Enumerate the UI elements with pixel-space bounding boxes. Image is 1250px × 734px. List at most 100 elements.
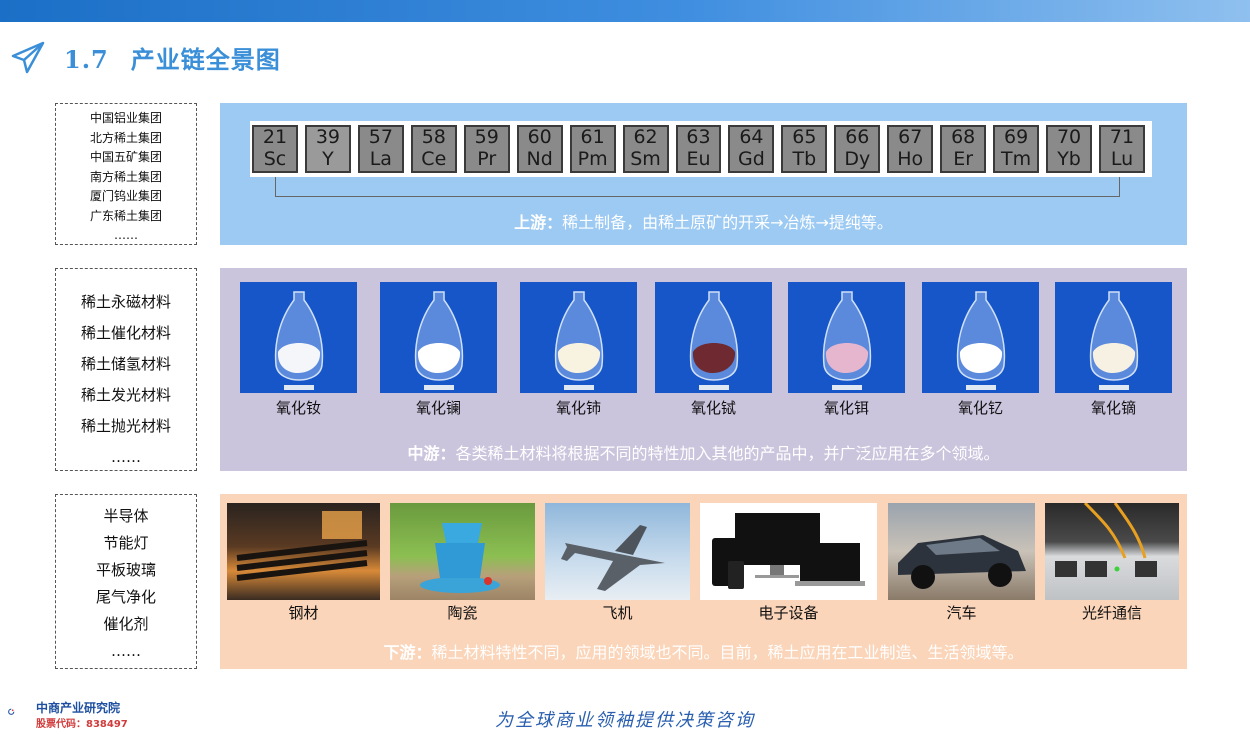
- flask-icon: [414, 291, 464, 390]
- product-label: 钢材: [288, 604, 319, 622]
- product-label: 飞机: [602, 604, 633, 622]
- oxide-bottle-image: [1055, 282, 1172, 393]
- list-item: ……: [111, 642, 141, 660]
- element-cell: 61 Pm: [569, 125, 616, 173]
- flask-icon: [274, 291, 324, 390]
- element-cell: 60 Nd: [516, 125, 563, 173]
- slogan: 为全球商业领袖提供决策咨询: [495, 710, 755, 731]
- product-card-aircraft: 飞机: [545, 503, 690, 623]
- atomic-number: 67: [898, 126, 923, 148]
- atomic-number: 71: [1109, 126, 1135, 148]
- list-item: 北方稀土集团: [89, 130, 162, 145]
- list-item: 平板玻璃: [95, 561, 156, 579]
- product-card-car: 汽车: [888, 503, 1035, 623]
- oxide-card: 氧化铽: [655, 282, 772, 418]
- product-card-fiber: 光纤通信: [1045, 503, 1179, 623]
- element-cell: 59 Pr: [463, 125, 510, 173]
- top-banner: [0, 0, 1250, 22]
- element-cell: 58 Ce: [410, 125, 457, 173]
- atomic-number: 64: [739, 126, 764, 148]
- element-cell: 64 Gd: [728, 125, 775, 173]
- oxide-label: 氧化镧: [415, 399, 461, 417]
- oxide-bottle-image: [240, 282, 357, 393]
- atomic-number: 59: [474, 126, 499, 148]
- atomic-number: 68: [951, 126, 976, 148]
- oxide-card: 氧化镝: [1055, 282, 1172, 418]
- element-symbol: Yb: [1057, 148, 1081, 170]
- atomic-number: 39: [315, 126, 340, 148]
- list-item: 广东稀土集团: [89, 208, 162, 223]
- element-symbol: Eu: [686, 148, 711, 170]
- flask-icon: [1089, 291, 1139, 390]
- product-card-steel: 钢材: [227, 503, 380, 623]
- element-symbol: Tb: [792, 148, 817, 170]
- element-cell: 62 Sm: [622, 125, 669, 173]
- oxide-label: 氧化铒: [823, 399, 869, 417]
- midstream-panel: 中游：各类稀土材料将根据不同的特性加入其他的产品中，并广泛应用在多个领域。 氧化…: [220, 268, 1187, 471]
- oxide-bottle-image: [922, 282, 1039, 393]
- list-item: 尾气净化: [95, 588, 156, 606]
- oxide-label: 氧化铈: [555, 399, 601, 417]
- list-item: 中国铝业集团: [89, 111, 162, 125]
- downstream-panel: 钢材 陶瓷 飞机 电子设备 汽车 光纤通信 下游：稀土材料特性不同，应用的领域也…: [220, 494, 1187, 669]
- oxide-card: 氧化钇: [922, 282, 1039, 418]
- car-image: [888, 503, 1035, 600]
- atomic-number: 58: [421, 126, 446, 148]
- paper-plane-icon: [11, 41, 45, 74]
- element-cell: 70 Yb: [1046, 125, 1092, 173]
- element-symbol: Gd: [738, 148, 765, 170]
- element-symbol: La: [369, 148, 392, 170]
- element-symbol: Ho: [897, 148, 924, 170]
- flask-icon: [554, 291, 604, 390]
- atomic-number: 57: [368, 126, 393, 148]
- oxide-card: 氧化铈: [520, 282, 637, 418]
- element-symbol: Nd: [526, 148, 553, 170]
- upstream-companies-box: 中国铝业集团 北方稀土集团 中国五矿集团 南方稀土集团 厦门钨业集团 广东稀土集…: [55, 103, 197, 245]
- element-symbol: Pr: [477, 148, 497, 170]
- element-symbol: Dy: [844, 148, 871, 170]
- element-cell: 66 Dy: [834, 125, 881, 173]
- oxide-bottle-image: [380, 282, 497, 393]
- flask-icon: [822, 291, 872, 390]
- element-symbol: Pm: [577, 148, 608, 170]
- bracket-line: [275, 177, 1120, 197]
- list-item: 稀土发光材料: [80, 386, 171, 404]
- product-card-electronics: 电子设备: [700, 503, 877, 623]
- product-label: 汽车: [946, 604, 977, 622]
- oxide-card: 氧化钕: [240, 282, 357, 418]
- list-item: 节能灯: [103, 534, 149, 552]
- oxide-bottle-image: [788, 282, 905, 393]
- flask-icon: [956, 291, 1006, 390]
- element-cell: 21 Sc: [252, 125, 298, 173]
- atomic-number: 66: [845, 126, 870, 148]
- periodic-table-strip: 21 Sc 39 Y 57 La 58 Ce 59 Pr 60 Nd 61 Pm 62 Sm 63 Eu 64 Gd 6…: [250, 121, 1152, 177]
- list-item: 催化剂: [103, 615, 149, 633]
- flask-icon: [689, 291, 739, 390]
- list-item: 稀土抛光材料: [80, 417, 171, 435]
- element-cell: 68 Er: [940, 125, 987, 173]
- midstream-materials-box: 稀土永磁材料 稀土催化材料 稀土储氢材料 稀土发光材料 稀土抛光材料 ……: [55, 268, 197, 471]
- element-symbol: Tm: [1001, 148, 1032, 170]
- fiber-switch-image: [1045, 503, 1179, 600]
- list-item: ……: [111, 448, 141, 466]
- upstream-description: 上游：稀土制备，由稀土原矿的开采→冶炼→提纯等。: [220, 209, 1187, 233]
- steel-mill-image: [227, 503, 380, 600]
- element-cell: 57 La: [357, 125, 404, 173]
- element-cell: 67 Ho: [887, 125, 934, 173]
- atomic-number: 65: [792, 126, 817, 148]
- oxide-label: 氧化镝: [1090, 399, 1136, 417]
- section-number: 1.7: [64, 45, 109, 74]
- product-card-ceramic: 陶瓷: [390, 503, 535, 623]
- upstream-text: 稀土制备，由稀土原矿的开采→冶炼→提纯等。: [562, 213, 893, 232]
- list-item: 稀土永磁材料: [80, 293, 171, 311]
- atomic-number: 60: [527, 126, 552, 148]
- atomic-number: 63: [686, 126, 711, 148]
- atomic-number: 69: [1004, 126, 1029, 148]
- element-symbol: Ce: [421, 148, 447, 170]
- list-item: 稀土储氢材料: [80, 355, 171, 373]
- element-cell: 63 Eu: [675, 125, 722, 173]
- list-item: 南方稀土集团: [89, 169, 162, 184]
- element-cell: 65 Tb: [781, 125, 828, 173]
- element-symbol: Er: [953, 148, 974, 170]
- element-cell: 71 Lu: [1099, 125, 1145, 173]
